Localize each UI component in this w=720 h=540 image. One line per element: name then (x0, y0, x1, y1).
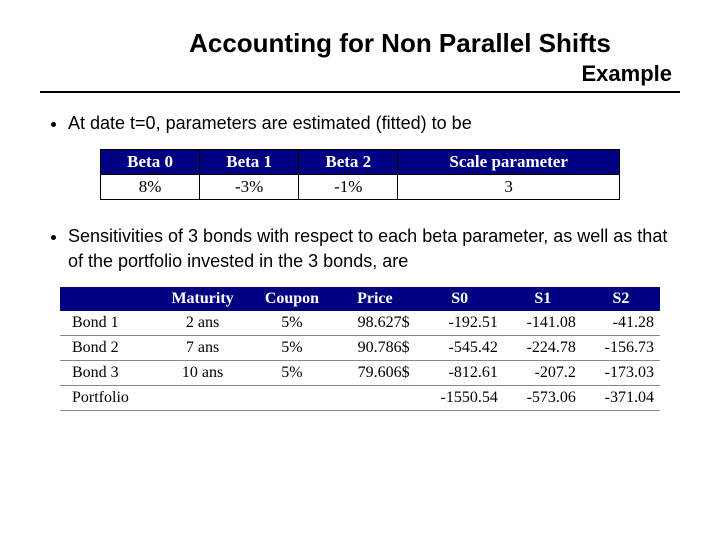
cell-s2: -41.28 (582, 311, 660, 336)
sens-header: S2 (582, 287, 660, 311)
row-label: Bond 1 (60, 311, 155, 336)
beta-header: Beta 0 (101, 150, 200, 175)
cell-maturity: 10 ans (155, 360, 249, 385)
cell-price: 79.606$ (334, 360, 415, 385)
cell-s1: -573.06 (504, 385, 582, 410)
row-label: Bond 2 (60, 335, 155, 360)
cell-coupon: 5% (250, 335, 334, 360)
table-row: Bond 2 7 ans 5% 90.786$ -545.42 -224.78 … (60, 335, 660, 360)
cell-s2: -371.04 (582, 385, 660, 410)
cell-s0: -1550.54 (416, 385, 504, 410)
cell-coupon: 5% (250, 360, 334, 385)
cell-s1: -224.78 (504, 335, 582, 360)
slide-title: Accounting for Non Parallel Shifts (120, 28, 680, 59)
cell-price: 98.627$ (334, 311, 415, 336)
beta-value: 8% (101, 175, 200, 200)
beta-value: 3 (398, 175, 620, 200)
table-row: Portfolio -1550.54 -573.06 -371.04 (60, 385, 660, 410)
row-label: Portfolio (60, 385, 155, 410)
sens-header: Coupon (250, 287, 334, 311)
cell-price: 90.786$ (334, 335, 415, 360)
cell-price (334, 385, 415, 410)
sens-header-blank (60, 287, 155, 311)
beta-value: -3% (200, 175, 299, 200)
cell-coupon (250, 385, 334, 410)
cell-s1: -207.2 (504, 360, 582, 385)
cell-s1: -141.08 (504, 311, 582, 336)
sens-header: Price (334, 287, 415, 311)
beta-parameters-table: Beta 0 Beta 1 Beta 2 Scale parameter 8% … (100, 149, 620, 200)
beta-header: Beta 1 (200, 150, 299, 175)
bullet-1: At date t=0, parameters are estimated (f… (68, 111, 680, 135)
title-rule (40, 91, 680, 93)
sensitivities-table: Maturity Coupon Price S0 S1 S2 Bond 1 2 … (60, 287, 660, 411)
slide-subtitle: Example (40, 61, 680, 87)
table-row: Bond 3 10 ans 5% 79.606$ -812.61 -207.2 … (60, 360, 660, 385)
cell-s2: -156.73 (582, 335, 660, 360)
cell-s2: -173.03 (582, 360, 660, 385)
cell-coupon: 5% (250, 311, 334, 336)
sens-header: Maturity (155, 287, 249, 311)
cell-maturity: 7 ans (155, 335, 249, 360)
sens-header: S1 (504, 287, 582, 311)
sens-header: S0 (416, 287, 504, 311)
cell-s0: -545.42 (416, 335, 504, 360)
beta-header: Beta 2 (299, 150, 398, 175)
cell-s0: -192.51 (416, 311, 504, 336)
cell-s0: -812.61 (416, 360, 504, 385)
bullet-2: Sensitivities of 3 bonds with respect to… (68, 224, 680, 273)
row-label: Bond 3 (60, 360, 155, 385)
cell-maturity: 2 ans (155, 311, 249, 336)
table-row: Bond 1 2 ans 5% 98.627$ -192.51 -141.08 … (60, 311, 660, 336)
beta-header: Scale parameter (398, 150, 620, 175)
cell-maturity (155, 385, 249, 410)
beta-value: -1% (299, 175, 398, 200)
